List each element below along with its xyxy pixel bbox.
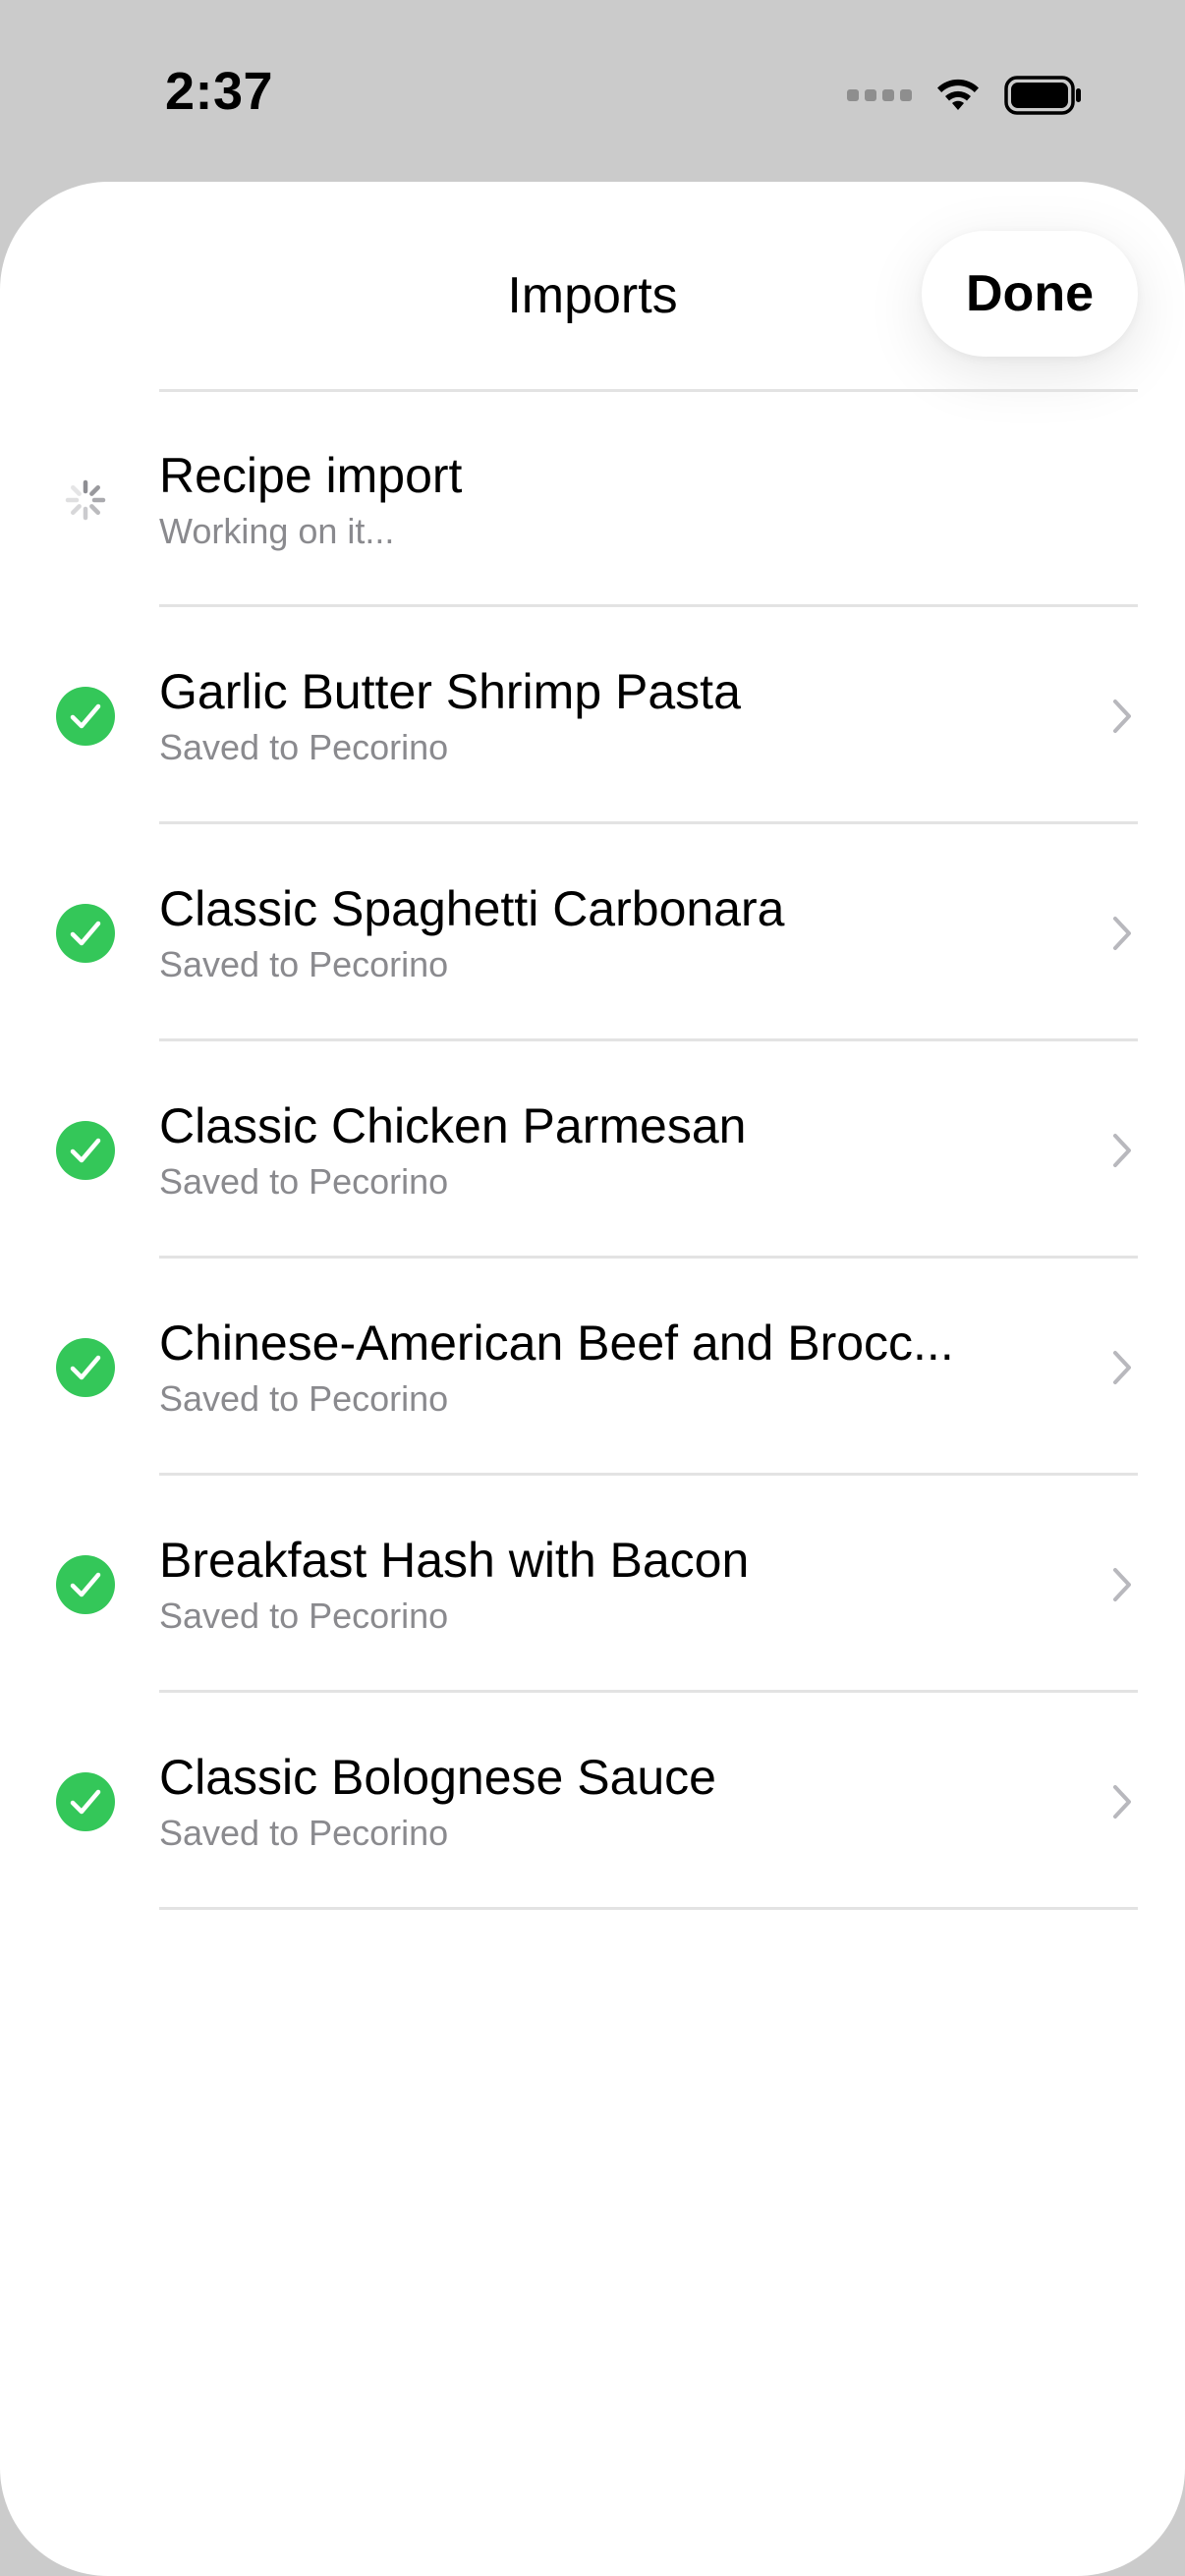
list-item-text: Breakfast Hash with Bacon Saved to Pecor… bbox=[159, 1532, 1047, 1638]
status-indicators bbox=[847, 73, 1083, 118]
chevron-right-icon bbox=[1113, 699, 1131, 733]
list-item[interactable]: Classic Chicken Parmesan Saved to Pecori… bbox=[0, 1041, 1185, 1259]
list-item-text: Recipe import Working on it... bbox=[159, 447, 1047, 553]
sheet-header: Imports Done bbox=[0, 182, 1185, 390]
chevron-right-icon bbox=[1113, 1133, 1131, 1167]
list-item-subtitle: Working on it... bbox=[159, 510, 395, 551]
done-button[interactable]: Done bbox=[922, 231, 1138, 357]
wifi-icon bbox=[937, 79, 979, 110]
list-item-text: Chinese-American Beef and Brocc... Saved… bbox=[159, 1315, 1047, 1421]
spinner-icon bbox=[65, 479, 106, 520]
checkmark-circle-icon bbox=[56, 1337, 115, 1397]
chevron-right-icon bbox=[1113, 1784, 1131, 1819]
imports-sheet: Imports Done Recipe import Working on it… bbox=[0, 182, 1185, 2576]
list-item[interactable]: Classic Bolognese Sauce Saved to Pecorin… bbox=[0, 1693, 1185, 1910]
list-item-subtitle: Saved to Pecorino bbox=[159, 943, 449, 984]
checkmark-circle-icon bbox=[56, 1554, 115, 1614]
list-item-text: Garlic Butter Shrimp Pasta Saved to Peco… bbox=[159, 663, 1047, 769]
checkmark-circle-icon bbox=[56, 1771, 115, 1831]
chevron-right-icon bbox=[1113, 1350, 1131, 1384]
imports-list: Recipe import Working on it... Garlic Bu… bbox=[0, 392, 1185, 1910]
checkmark-circle-icon bbox=[56, 686, 115, 746]
list-item-title: Classic Bolognese Sauce bbox=[159, 1749, 716, 1805]
chevron-right-icon bbox=[1113, 916, 1131, 950]
battery-icon bbox=[1004, 76, 1081, 115]
list-item-title: Classic Chicken Parmesan bbox=[159, 1097, 747, 1153]
checkmark-circle-icon bbox=[56, 903, 115, 963]
list-item-pending: Recipe import Working on it... bbox=[0, 392, 1185, 607]
chevron-right-icon bbox=[1113, 1567, 1131, 1601]
list-item-subtitle: Saved to Pecorino bbox=[159, 1377, 449, 1419]
checkmark-circle-icon bbox=[56, 1120, 115, 1180]
list-item-title: Chinese-American Beef and Brocc... bbox=[159, 1315, 954, 1371]
list-item-title: Breakfast Hash with Bacon bbox=[159, 1532, 750, 1588]
list-item-subtitle: Saved to Pecorino bbox=[159, 726, 449, 767]
cellular-signal-icon bbox=[847, 89, 912, 101]
list-item-title: Recipe import bbox=[159, 447, 463, 503]
list-item[interactable]: Breakfast Hash with Bacon Saved to Pecor… bbox=[0, 1476, 1185, 1693]
list-item-text: Classic Spaghetti Carbonara Saved to Pec… bbox=[159, 880, 1047, 986]
list-item[interactable]: Classic Spaghetti Carbonara Saved to Pec… bbox=[0, 824, 1185, 1041]
list-item-subtitle: Saved to Pecorino bbox=[159, 1812, 449, 1853]
list-item-text: Classic Bolognese Sauce Saved to Pecorin… bbox=[159, 1749, 1047, 1855]
list-item-title: Classic Spaghetti Carbonara bbox=[159, 880, 785, 936]
status-time: 2:37 bbox=[165, 62, 274, 121]
list-item-subtitle: Saved to Pecorino bbox=[159, 1160, 449, 1202]
list-item-subtitle: Saved to Pecorino bbox=[159, 1595, 449, 1636]
list-item-title: Garlic Butter Shrimp Pasta bbox=[159, 663, 741, 719]
list-item-text: Classic Chicken Parmesan Saved to Pecori… bbox=[159, 1097, 1047, 1204]
status-bar: 2:37 bbox=[0, 0, 1185, 182]
list-item[interactable]: Garlic Butter Shrimp Pasta Saved to Peco… bbox=[0, 607, 1185, 824]
divider bbox=[159, 1907, 1138, 1910]
list-item[interactable]: Chinese-American Beef and Brocc... Saved… bbox=[0, 1259, 1185, 1476]
